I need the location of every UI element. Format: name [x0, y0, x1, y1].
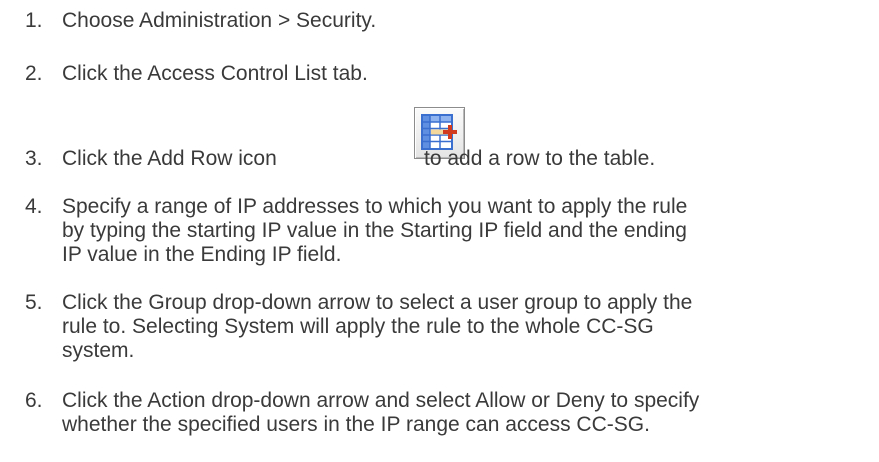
- step-line: whether the specified users in the IP ra…: [62, 413, 650, 436]
- step-text: Choose Administration > Security.: [62, 9, 862, 33]
- step-line: rule to. Selecting System will apply the…: [62, 315, 654, 338]
- step-text: Click the Action drop-down arrow and sel…: [62, 389, 862, 437]
- step-number: 2.: [25, 62, 43, 85]
- step-number: 6.: [25, 389, 43, 412]
- step-text: Click the Access Control List tab.: [62, 62, 862, 86]
- instruction-document: { "steps": [ { "number": "1.", "lines": …: [0, 0, 879, 462]
- step-text-before-icon: Click the Add Row icon: [62, 147, 277, 170]
- step-number: 4.: [25, 195, 43, 218]
- step-number: 3.: [25, 147, 43, 170]
- step-line: IP value in the Ending IP field.: [62, 243, 342, 266]
- step-text: Click the Add Row icon to add a row to t…: [62, 107, 862, 171]
- step-number: 5.: [25, 291, 43, 314]
- step-line: Click the Access Control List tab.: [62, 62, 368, 85]
- step-line: Choose Administration > Security.: [62, 9, 377, 32]
- step-line: system.: [62, 339, 135, 362]
- step-line: Click the Action drop-down arrow and sel…: [62, 389, 700, 412]
- step-line: Click the Group drop-down arrow to selec…: [62, 291, 693, 314]
- step-line: Specify a range of IP addresses to which…: [62, 195, 688, 218]
- step-text-after-icon: to add a row to the table.: [424, 147, 656, 170]
- step-number: 1.: [25, 9, 43, 32]
- step-line: by typing the starting IP value in the S…: [62, 219, 687, 242]
- step-text: Click the Group drop-down arrow to selec…: [62, 291, 862, 363]
- step-text: Specify a range of IP addresses to which…: [62, 195, 862, 267]
